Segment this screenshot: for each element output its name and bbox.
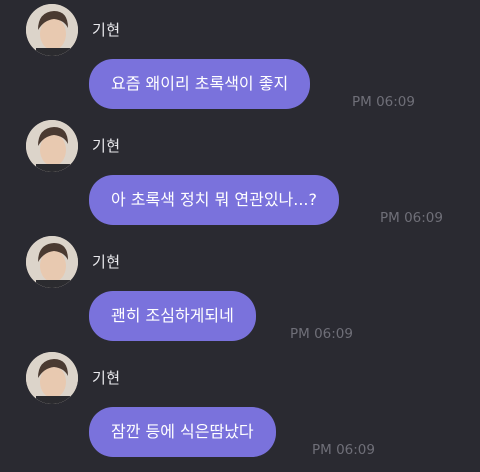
message-bubble[interactable]: 잠깐 등에 식은땀났다 <box>89 407 276 457</box>
sender-name: 기현 <box>92 253 121 271</box>
message-time: PM 06:09 <box>380 210 443 226</box>
message-bubble[interactable]: 요즘 왜이리 초록색이 좋지 <box>89 59 311 109</box>
message-time: PM 06:09 <box>312 442 375 458</box>
avatar[interactable] <box>26 352 78 404</box>
avatar[interactable] <box>26 4 78 56</box>
sender-name: 기현 <box>92 21 121 39</box>
message-bubble[interactable]: 괜히 조심하게되네 <box>89 291 256 341</box>
sender-name: 기현 <box>92 137 121 155</box>
message-time: PM 06:09 <box>352 94 415 110</box>
sender-name: 기현 <box>92 369 121 387</box>
message-bubble[interactable]: 아 초록색 정치 뭐 연관있나...? <box>89 175 340 225</box>
message-time: PM 06:09 <box>290 326 353 342</box>
avatar[interactable] <box>26 236 78 288</box>
avatar[interactable] <box>26 120 78 172</box>
